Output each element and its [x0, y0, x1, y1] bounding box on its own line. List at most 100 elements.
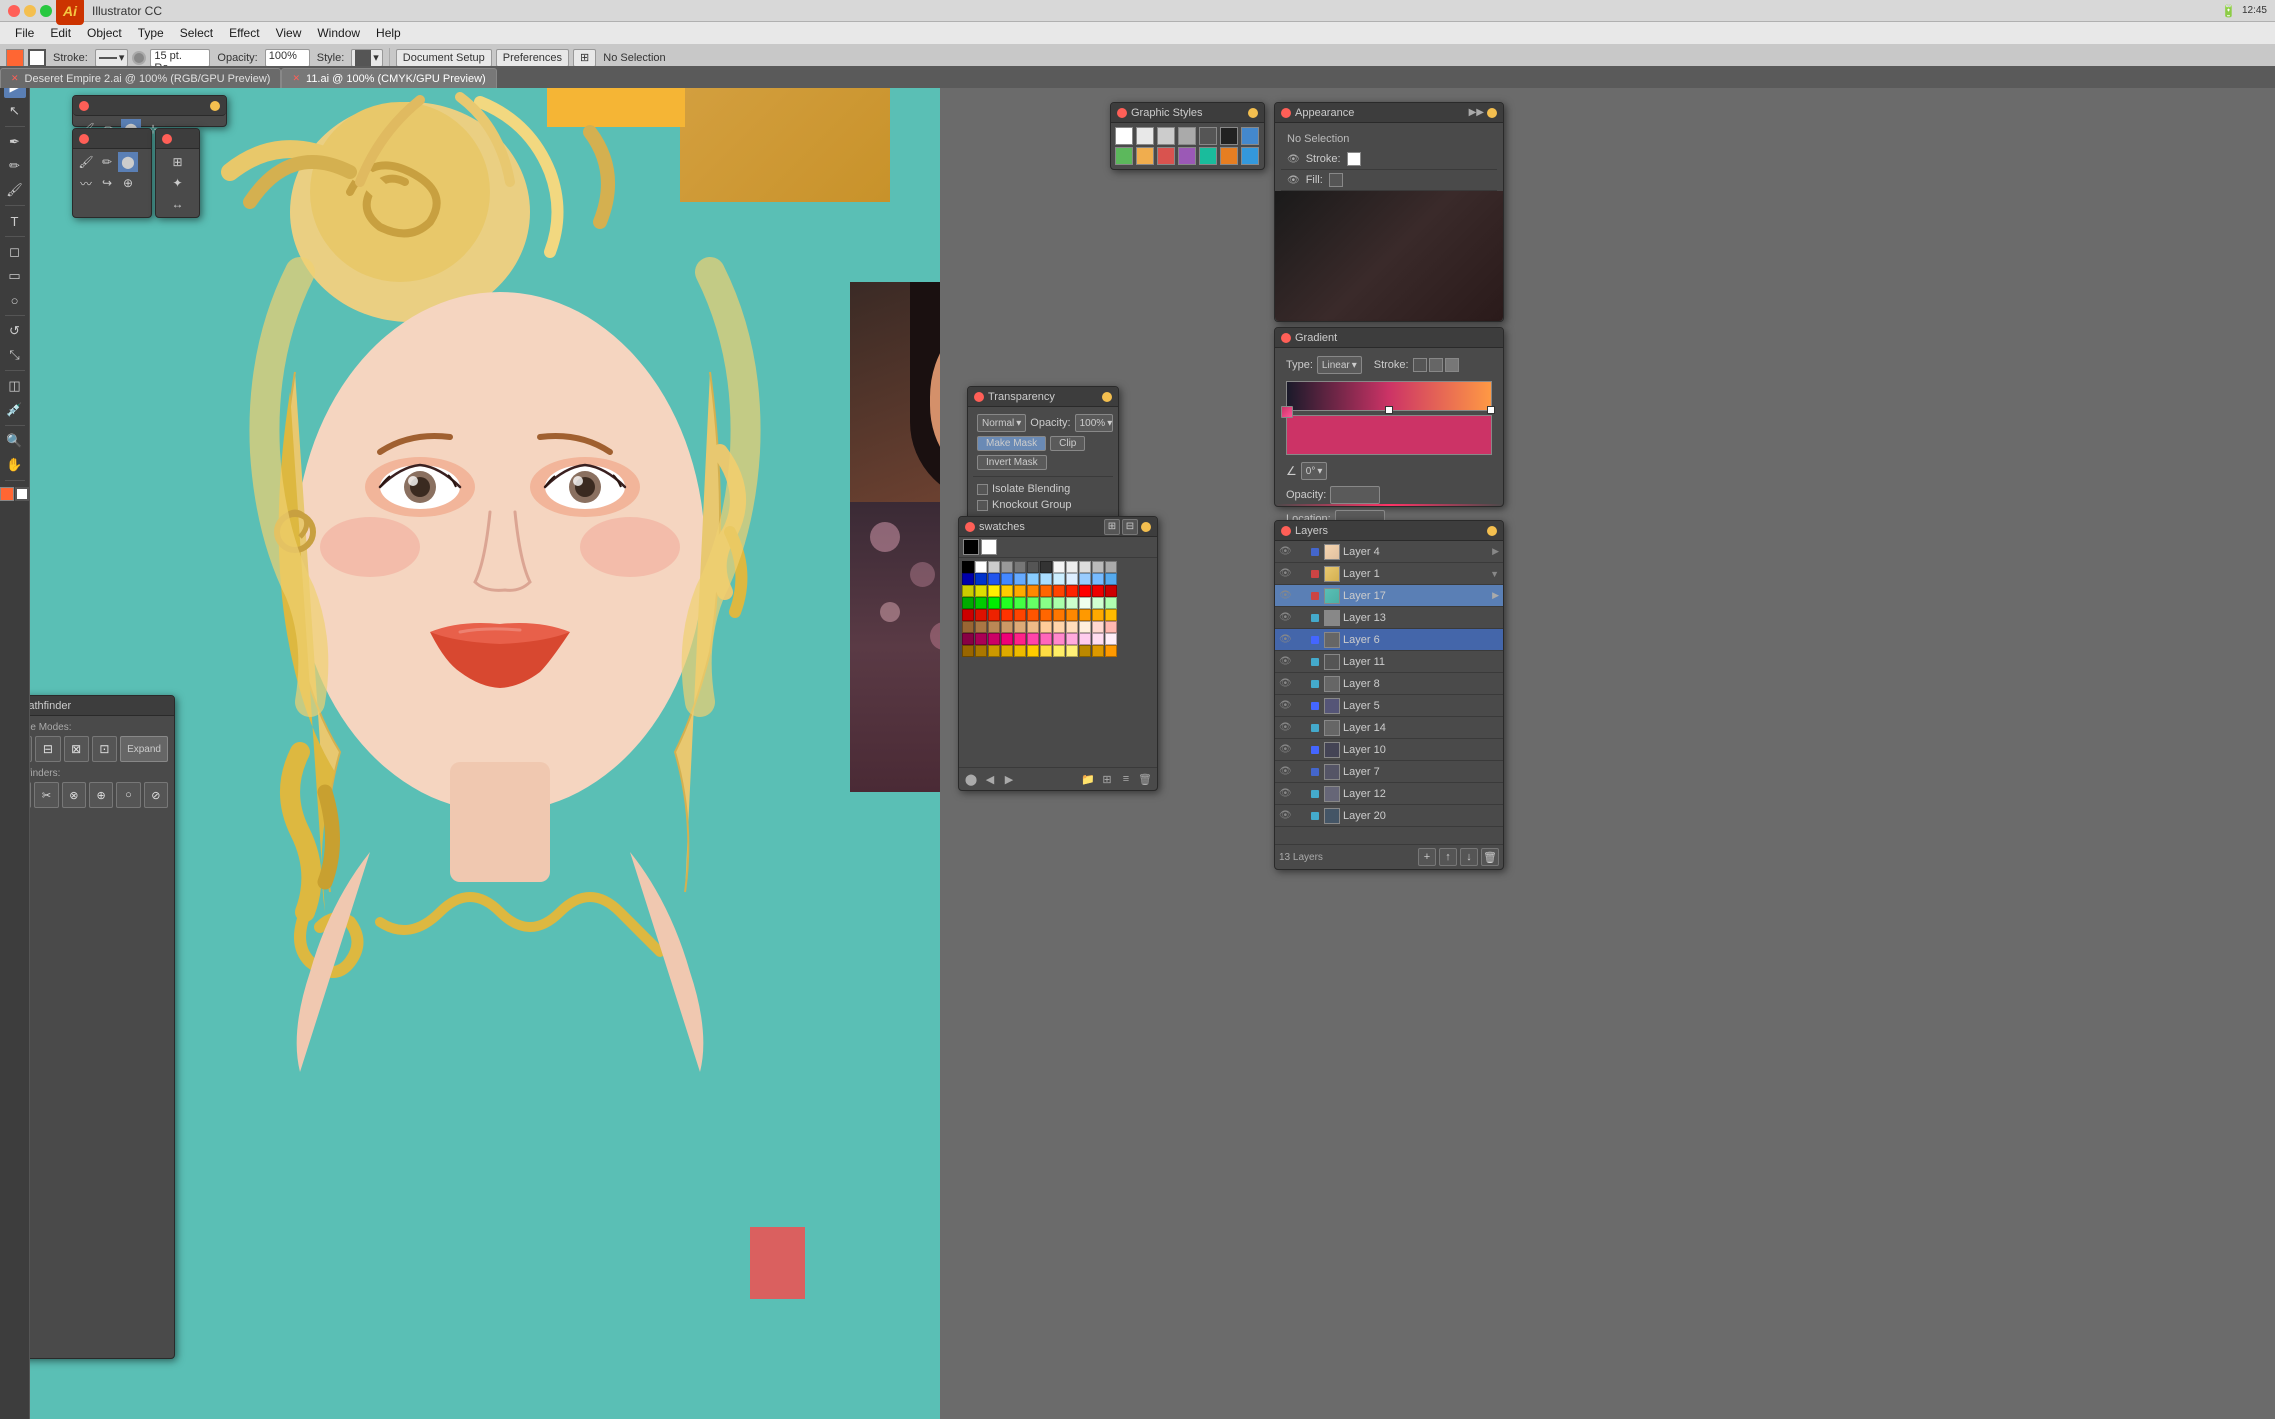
sw-1-10[interactable]: [1092, 573, 1104, 585]
tt-3[interactable]: ↔: [168, 194, 188, 214]
sw-4-10[interactable]: [1092, 609, 1104, 621]
sw-grid-btn[interactable]: ⊞: [1099, 771, 1115, 787]
sw-3-1[interactable]: [975, 597, 987, 609]
fill-indicator[interactable]: [0, 487, 14, 501]
sw-3-8[interactable]: [1066, 597, 1078, 609]
sw-3-11[interactable]: [1105, 597, 1117, 609]
tt-1[interactable]: ⊞: [168, 152, 188, 172]
sw-2-10[interactable]: [1092, 585, 1104, 597]
layer-row-20[interactable]: 👁 Layer 20: [1275, 805, 1503, 827]
sw-5-7[interactable]: [1053, 621, 1065, 633]
sw-7-2[interactable]: [988, 645, 1000, 657]
gs-swatch-6[interactable]: [1241, 127, 1259, 145]
sm-minus[interactable]: ⊟: [35, 736, 60, 762]
sw-next-btn[interactable]: ▶: [1001, 771, 1017, 787]
sw-6-3[interactable]: [1001, 633, 1013, 645]
sw-close[interactable]: [965, 522, 975, 532]
sw-6-4[interactable]: [1014, 633, 1026, 645]
sw-0-9[interactable]: [1079, 561, 1091, 573]
grad-stop-1[interactable]: [1385, 406, 1393, 414]
isolate-blending-check[interactable]: [977, 484, 988, 495]
sw-6-9[interactable]: [1079, 633, 1091, 645]
bt-5[interactable]: ↪: [97, 173, 117, 193]
stroke-color-swatch[interactable]: [1347, 152, 1361, 166]
gs-swatch-5[interactable]: [1220, 127, 1238, 145]
grad-stroke-icon-3[interactable]: [1445, 358, 1459, 372]
sw-3-0[interactable]: [962, 597, 974, 609]
scale-tool[interactable]: ⤡: [4, 344, 26, 366]
sw-0-3[interactable]: [1001, 561, 1013, 573]
stroke-eye-icon[interactable]: 👁: [1287, 154, 1300, 165]
sw-5-4[interactable]: [1014, 621, 1026, 633]
gradient-preview[interactable]: [1286, 381, 1492, 411]
grad-stroke-icon-1[interactable]: [1413, 358, 1427, 372]
hand-tool[interactable]: ✋: [4, 454, 26, 476]
sw-7-8[interactable]: [1066, 645, 1078, 657]
sw-5-10[interactable]: [1092, 621, 1104, 633]
layer-17-expand[interactable]: ▶: [1492, 590, 1499, 601]
sw-6-11[interactable]: [1105, 633, 1117, 645]
sw-1-9[interactable]: [1079, 573, 1091, 585]
sw-3-9[interactable]: [1079, 597, 1091, 609]
sw-6-2[interactable]: [988, 633, 1000, 645]
sw-2-6[interactable]: [1040, 585, 1052, 597]
layer-row-1[interactable]: 👁 Layer 1 ▼: [1275, 563, 1503, 585]
layer-12-eye[interactable]: 👁: [1279, 788, 1293, 799]
transform-tools-header[interactable]: [156, 129, 199, 149]
stroke-weight-input[interactable]: 15 pt. Ro...: [150, 49, 210, 67]
layer-row-13[interactable]: 👁 Layer 13: [1275, 607, 1503, 629]
gs-swatch-3[interactable]: [1178, 127, 1196, 145]
layer-14-eye[interactable]: 👁: [1279, 722, 1293, 733]
sw-0-8[interactable]: [1066, 561, 1078, 573]
pf-outline[interactable]: ○: [116, 782, 140, 808]
tp-min[interactable]: [1102, 392, 1112, 402]
pf-crop[interactable]: ⊕: [89, 782, 113, 808]
gs-swatch-11[interactable]: [1199, 147, 1217, 165]
sw-prev-btn[interactable]: ◀: [982, 771, 998, 787]
gs-swatch-4[interactable]: [1199, 127, 1217, 145]
sw-1-6[interactable]: [1040, 573, 1052, 585]
layer-20-eye[interactable]: 👁: [1279, 810, 1293, 821]
gs-swatch-7[interactable]: [1115, 147, 1133, 165]
sw-1-0[interactable]: [962, 573, 974, 585]
sw-4-5[interactable]: [1027, 609, 1039, 621]
layer-row-17[interactable]: 👁 Layer 17 ▶: [1275, 585, 1503, 607]
pathfinder-header[interactable]: Pathfinder: [30, 696, 174, 716]
sw-7-1[interactable]: [975, 645, 987, 657]
sw-0-4[interactable]: [1014, 561, 1026, 573]
menu-file[interactable]: File: [8, 24, 41, 42]
grad-stroke-icon-2[interactable]: [1429, 358, 1443, 372]
sw-5-9[interactable]: [1079, 621, 1091, 633]
sw-3-10[interactable]: [1092, 597, 1104, 609]
sw-list-btn[interactable]: ≡: [1118, 771, 1134, 787]
sw-2-0[interactable]: [962, 585, 974, 597]
sw-add-btn[interactable]: 📁: [1080, 771, 1096, 787]
gs-swatch-2[interactable]: [1157, 127, 1175, 145]
pf-merge[interactable]: ⊗: [62, 782, 86, 808]
rectangle-tool[interactable]: ▭: [4, 265, 26, 287]
sw-3-7[interactable]: [1053, 597, 1065, 609]
layer-row-4[interactable]: 👁 Layer 4 ▶: [1275, 541, 1503, 563]
layer-4-eye[interactable]: 👁: [1279, 546, 1293, 557]
sw-white[interactable]: [981, 539, 997, 555]
tp-close[interactable]: [974, 392, 984, 402]
style-dropdown[interactable]: ▾: [351, 49, 383, 67]
sw-1-5[interactable]: [1027, 573, 1039, 585]
sw-7-9[interactable]: [1079, 645, 1091, 657]
layer-5-eye[interactable]: 👁: [1279, 700, 1293, 711]
swatches-header[interactable]: swatches ⊞ ⊟: [959, 517, 1157, 537]
window-close-btn[interactable]: [8, 5, 20, 17]
grad-opacity-input[interactable]: [1330, 486, 1380, 504]
layers-up-btn[interactable]: ↑: [1439, 848, 1457, 866]
sw-1-4[interactable]: [1014, 573, 1026, 585]
sw-6-10[interactable]: [1092, 633, 1104, 645]
sw-1-1[interactable]: [975, 573, 987, 585]
sw-0-0[interactable]: [962, 561, 974, 573]
knockout-group-check[interactable]: [977, 500, 988, 511]
transparency-header[interactable]: Transparency: [968, 387, 1118, 407]
zoom-tool[interactable]: 🔍: [4, 430, 26, 452]
sw-5-5[interactable]: [1027, 621, 1039, 633]
ap-min[interactable]: [1487, 108, 1497, 118]
sw-6-7[interactable]: [1053, 633, 1065, 645]
brush-tools-header[interactable]: [73, 129, 151, 149]
